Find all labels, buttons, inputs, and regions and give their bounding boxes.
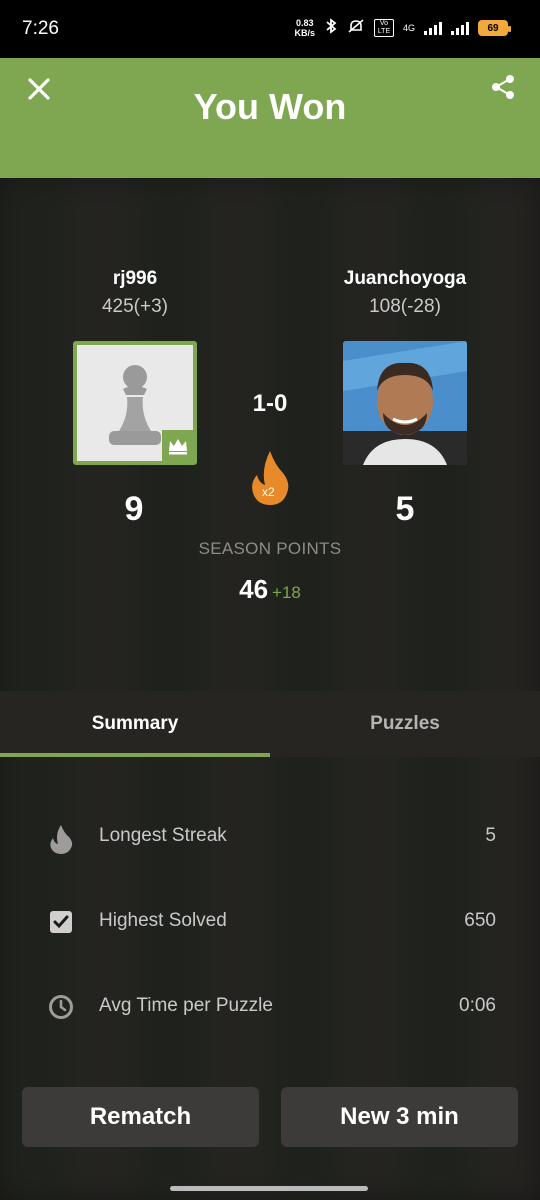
network-type: 4G	[402, 23, 415, 33]
crown-icon	[169, 439, 187, 455]
stat-row-highest-solved: Highest Solved 650	[0, 897, 540, 947]
rematch-button[interactable]: Rematch	[22, 1087, 259, 1147]
signal-icon-2	[451, 21, 469, 35]
signal-icon-1	[424, 21, 442, 35]
streak-flame-icon: x2	[249, 449, 291, 507]
stat-value: 0:06	[459, 995, 496, 1016]
stat-label: Avg Time per Puzzle	[99, 995, 273, 1016]
stat-value: 5	[485, 825, 496, 846]
checkbox-icon	[48, 909, 74, 935]
tab-puzzles[interactable]: Puzzles	[270, 691, 540, 757]
player-right-score: 5	[395, 490, 415, 528]
player-left-username[interactable]: rj996	[35, 268, 235, 290]
share-button[interactable]	[488, 72, 518, 102]
status-time: 7:26	[22, 18, 59, 39]
page-title: You Won	[193, 86, 347, 127]
season-points-delta: +18	[272, 583, 301, 602]
battery-icon: 69	[478, 20, 511, 36]
winner-badge	[162, 430, 193, 461]
share-icon	[492, 75, 514, 99]
bluetooth-icon	[324, 18, 338, 38]
stat-value: 650	[464, 910, 496, 931]
network-speed-value: 0.83	[295, 18, 314, 28]
result-header: You Won	[0, 58, 540, 178]
network-speed: 0.83 KB/s	[294, 18, 315, 38]
status-icons: 0.83 KB/s Vo LTE 4G 69	[294, 18, 511, 38]
stat-label: Highest Solved	[99, 910, 227, 931]
player-right-username[interactable]: Juanchoyoga	[305, 268, 505, 290]
new-game-button[interactable]: New 3 min	[281, 1087, 518, 1147]
season-points-value: 46	[239, 574, 269, 604]
network-speed-unit: KB/s	[294, 28, 315, 38]
board-background	[0, 178, 540, 1200]
season-points-label: SEASON POINTS	[198, 539, 342, 558]
mute-icon	[347, 18, 365, 38]
stat-label: Longest Streak	[99, 825, 227, 846]
player-left-rating: 425(+3)	[101, 296, 169, 317]
stat-row-avg-time: Avg Time per Puzzle 0:06	[0, 982, 540, 1032]
volte-icon: Vo LTE	[373, 19, 394, 37]
tab-summary[interactable]: Summary	[0, 691, 270, 757]
stat-row-longest-streak: Longest Streak 5	[0, 812, 540, 862]
clock-icon	[48, 994, 74, 1020]
battery-level: 69	[487, 22, 499, 34]
flame-icon	[48, 824, 74, 854]
season-points: 46 +18	[0, 574, 540, 605]
avatar-photo-icon	[343, 341, 467, 465]
status-bar: 7:26 0.83 KB/s Vo LTE 4G 69	[0, 0, 540, 58]
player-right-avatar[interactable]	[343, 341, 467, 465]
streak-multiplier: x2	[262, 485, 275, 499]
player-left-score: 9	[124, 490, 144, 528]
player-left-avatar[interactable]	[73, 341, 197, 465]
game-result: 1-0	[252, 390, 288, 417]
player-right-rating: 108(-28)	[369, 296, 441, 317]
tab-bar: Summary Puzzles	[0, 691, 540, 757]
home-indicator[interactable]	[170, 1186, 368, 1191]
